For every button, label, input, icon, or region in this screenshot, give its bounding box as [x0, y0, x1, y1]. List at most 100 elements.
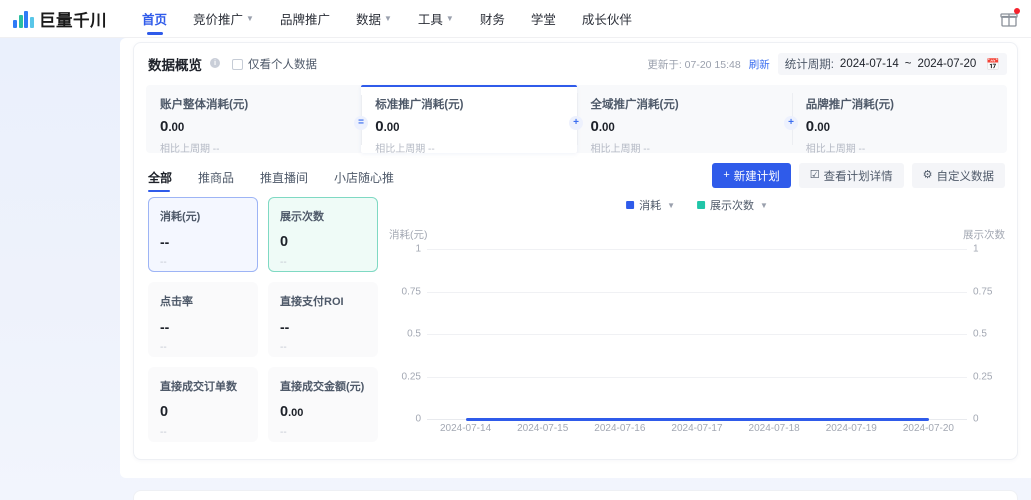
nav-item-5[interactable]: 财务 [467, 0, 518, 38]
spend-card-value-dec: .00 [598, 122, 615, 134]
next-section-card [133, 490, 1018, 500]
y-axis-right-tick: 0.5 [973, 328, 987, 340]
metric-card-value-main: -- [280, 319, 290, 335]
y-axis-right-tick: 0 [973, 413, 979, 425]
info-icon[interactable]: i [210, 58, 220, 68]
spend-card-2[interactable]: 全域推广消耗(元) 0.00 相比上周期 -- [576, 85, 792, 155]
nav-item-1[interactable]: 竞价推广 ▼ [180, 0, 267, 38]
settings-sliders-icon: ⚙ [922, 169, 933, 181]
nav-item-2[interactable]: 品牌推广 [267, 0, 343, 38]
spend-card-value: 0.00 [160, 118, 361, 135]
metric-card-1[interactable]: 展示次数 0 -- [268, 197, 378, 272]
nav-item-label: 数据 [355, 13, 381, 27]
metric-card-value: -- [160, 319, 257, 335]
gridline [427, 334, 967, 335]
metric-card-value-main: 0 [160, 404, 169, 420]
spend-card-title: 账户整体消耗(元) [160, 99, 249, 111]
brand-logo[interactable]: 巨量千川 [0, 7, 107, 31]
gift-icon[interactable] [999, 7, 1020, 29]
gridline [427, 377, 967, 378]
checkbox-icon: ☑ [809, 169, 820, 181]
nav-item-label: 工具 [417, 13, 443, 27]
operator-badge-1: + [569, 116, 583, 130]
nav-item-label: 学堂 [530, 13, 556, 27]
metric-card-value: 0 [160, 404, 257, 420]
nav-item-label: 品牌推广 [279, 13, 330, 27]
tab-3[interactable]: 小店随心推 [322, 165, 408, 194]
spend-card-1[interactable]: 标准推广消耗(元) 0.00 相比上周期 -- [361, 85, 577, 155]
metric-card-value: 0 [280, 234, 377, 250]
nav-item-4[interactable]: 工具 ▼ [405, 0, 467, 38]
spend-card-value-dec: .00 [814, 122, 831, 134]
chevron-down-icon: ▼ [445, 14, 454, 23]
series-line-spend [466, 418, 929, 421]
x-axis-tick-4: 2024-07-18 [748, 423, 800, 434]
updated-at-text: 更新于: 07-20 15:48 [647, 58, 741, 71]
main-nav: 首页 竞价推广 ▼ 品牌推广 数据 ▼ 工具 ▼ 财务 学堂 成长伙伴 [129, 0, 645, 38]
spend-card-value-int: 0 [590, 118, 599, 135]
spend-card-value: 0.00 [375, 118, 576, 135]
plus-icon: + [723, 169, 730, 181]
metric-card-2[interactable]: 点击率 -- -- [148, 282, 258, 357]
legend-item-0[interactable]: 消耗 ▼ [626, 197, 675, 213]
tab-1[interactable]: 推商品 [186, 165, 248, 194]
page-title: 数据概览 [148, 58, 202, 73]
metric-card-title: 点击率 [160, 296, 193, 308]
legend-swatch [697, 201, 705, 209]
legend-item-1[interactable]: 展示次数 ▼ [697, 197, 768, 213]
chevron-down-icon[interactable]: ▼ [760, 201, 768, 210]
tab-0[interactable]: 全部 [148, 165, 186, 194]
spend-summary-cards: 账户整体消耗(元) 0.00 相比上周期 -- 标准推广消耗(元) 0.00 相比上周期 … [146, 85, 1007, 155]
metric-card-5[interactable]: 直接成交金额(元) 0.00 -- [268, 367, 378, 442]
nav-item-6[interactable]: 学堂 [518, 0, 569, 38]
metric-cards: 消耗(元) -- -- 展示次数 0 -- 点击率 -- -- 直接支付ROI -- -- 直接成交订单… [148, 197, 378, 452]
metric-card-0[interactable]: 消耗(元) -- -- [148, 197, 258, 272]
spend-card-value-int: 0 [375, 118, 384, 135]
metric-card-value: -- [280, 319, 377, 335]
personal-data-checkbox[interactable]: 仅看个人数据 [232, 56, 317, 72]
metric-card-value: 0.00 [280, 404, 377, 420]
spend-card-0[interactable]: 账户整体消耗(元) 0.00 相比上周期 -- [146, 85, 361, 155]
metric-card-title: 展示次数 [280, 211, 324, 223]
y-axis-left-tick: 1 [415, 243, 421, 255]
legend-label: 展示次数 [710, 200, 754, 212]
metric-card-compare: -- [280, 427, 287, 438]
date-range-picker[interactable]: 统计周期: 2024-07-14 ~ 2024-07-20 📅 [777, 53, 1007, 75]
nav-item-3[interactable]: 数据 ▼ [343, 0, 405, 38]
date-range-label: 统计周期: [784, 59, 834, 71]
metric-card-row: 直接成交订单数 0 -- 直接成交金额(元) 0.00 -- [148, 367, 378, 442]
tab-2[interactable]: 推直播间 [248, 165, 322, 194]
y-axis-left-tick: 0 [415, 413, 421, 425]
metric-card-4[interactable]: 直接成交订单数 0 -- [148, 367, 258, 442]
x-axis-tick-1: 2024-07-15 [517, 423, 569, 434]
spend-card-3[interactable]: 品牌推广消耗(元) 0.00 相比上周期 -- [791, 85, 1007, 155]
metric-card-value-main: 0 [280, 404, 289, 420]
custom-data-button[interactable]: ⚙ 自定义数据 [911, 163, 1005, 188]
y-axis-left-tick: 0.75 [401, 286, 421, 298]
chevron-down-icon[interactable]: ▼ [667, 201, 675, 210]
new-plan-label: 新建计划 [733, 170, 780, 183]
nav-item-7[interactable]: 成长伙伴 [569, 0, 645, 38]
new-plan-button[interactable]: + 新建计划 [712, 163, 791, 188]
page-body: 数据概览 i 仅看个人数据 更新于: 07-20 15:48 刷新 统计周期: … [0, 38, 1031, 500]
spend-card-value-int: 0 [805, 118, 815, 135]
view-plan-detail-button[interactable]: ☑ 查看计划详情 [798, 163, 904, 188]
calendar-icon[interactable]: 📅 [986, 58, 1000, 71]
metric-card-compare: -- [280, 342, 287, 353]
operator-badge-0: = [354, 116, 368, 130]
metric-card-title: 直接支付ROI [280, 296, 344, 308]
metric-card-compare: -- [160, 427, 167, 438]
operator-badge-2: + [784, 116, 798, 130]
nav-item-0[interactable]: 首页 [129, 0, 180, 38]
x-axis-tick-2: 2024-07-16 [594, 423, 646, 434]
refresh-button[interactable]: 刷新 [749, 57, 770, 72]
chart-plot-area: 1 1 0.75 0.75 0.5 0.5 0.25 0.25 0 0 [389, 244, 1005, 425]
nav-item-label: 成长伙伴 [581, 13, 632, 27]
panel-actions: + 新建计划 ☑ 查看计划详情 ⚙ 自定义数据 [712, 163, 1005, 188]
top-bar-right [999, 7, 1031, 29]
spend-card-title: 全域推广消耗(元) [590, 99, 679, 111]
spend-card-title: 标准推广消耗(元) [375, 99, 464, 111]
x-axis-tick-6: 2024-07-20 [902, 423, 954, 434]
metric-card-3[interactable]: 直接支付ROI -- -- [268, 282, 378, 357]
custom-data-label: 自定义数据 [936, 170, 995, 183]
